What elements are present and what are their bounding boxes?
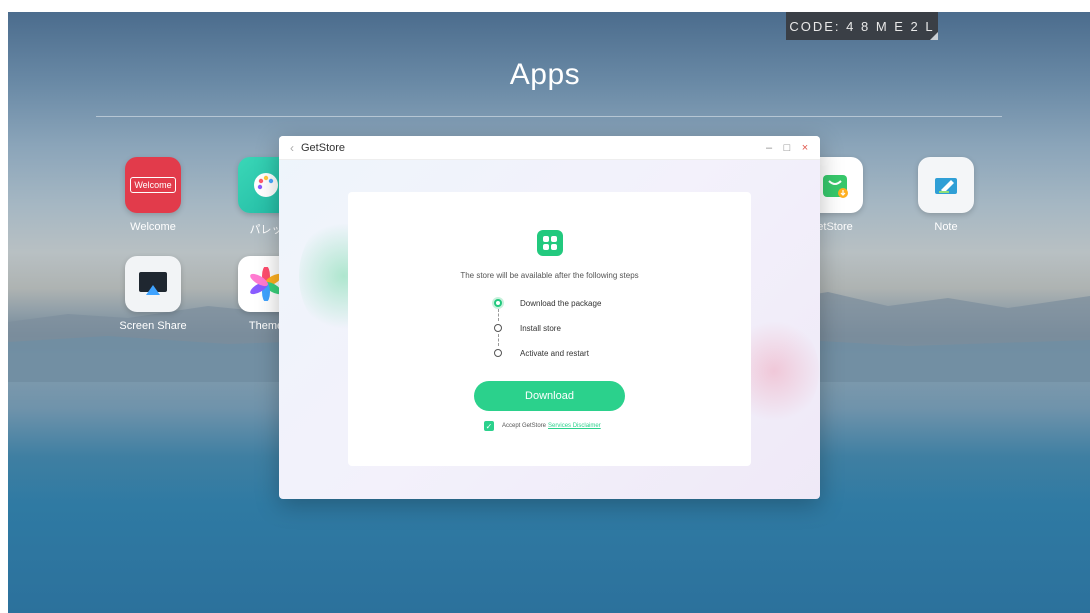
step-install-store: Install store [494, 321, 561, 335]
services-disclaimer-link[interactable]: Services Disclaimer [548, 423, 601, 429]
accept-disclaimer: ✓ Accept GetStore Services Disclaimer [484, 421, 601, 431]
app-label: Welcome [130, 221, 176, 233]
step-status-pending-icon [494, 349, 502, 357]
code-badge-text: CODE: 4 8 M E 2 L [789, 18, 935, 34]
note-icon [918, 157, 974, 213]
window-titlebar: ‹ GetStore – □ × [279, 136, 820, 160]
step-label: Download the package [520, 298, 602, 308]
step-download-package: Download the package [494, 296, 601, 310]
close-icon[interactable]: × [796, 142, 814, 154]
app-note[interactable]: Note [906, 157, 986, 233]
accept-text: Accept GetStore [502, 423, 547, 429]
app-welcome[interactable]: Welcome Welcome [113, 157, 193, 233]
app-label: Note [934, 221, 958, 233]
code-badge-corner [930, 32, 938, 40]
download-button[interactable]: Download [474, 381, 625, 411]
install-card: The store will be available after the fo… [348, 192, 751, 466]
back-icon[interactable]: ‹ [283, 141, 301, 155]
step-label: Activate and restart [520, 348, 589, 358]
accept-checkbox[interactable]: ✓ [484, 421, 494, 431]
step-connector [498, 334, 499, 346]
title-divider [96, 116, 1002, 117]
window-title: GetStore [301, 141, 346, 154]
code-badge: CODE: 4 8 M E 2 L [786, 12, 938, 40]
screen-share-icon [125, 256, 181, 312]
maximize-icon[interactable]: □ [778, 142, 796, 154]
page-title: Apps [509, 58, 581, 91]
steps-intro: The store will be available after the fo… [460, 271, 639, 280]
store-grid-icon [537, 230, 563, 256]
step-status-active-icon [494, 299, 502, 307]
welcome-icon-text: Welcome [130, 177, 176, 193]
step-connector [498, 309, 499, 321]
getstore-window: ‹ GetStore – □ × The store will be avail… [279, 136, 820, 499]
app-screen-share[interactable]: Screen Share [113, 256, 193, 332]
minimize-icon[interactable]: – [760, 142, 778, 154]
step-activate-restart: Activate and restart [494, 346, 589, 360]
step-status-pending-icon [494, 324, 502, 332]
app-label: Screen Share [119, 320, 187, 332]
step-label: Install store [520, 323, 561, 333]
welcome-icon: Welcome [125, 157, 181, 213]
